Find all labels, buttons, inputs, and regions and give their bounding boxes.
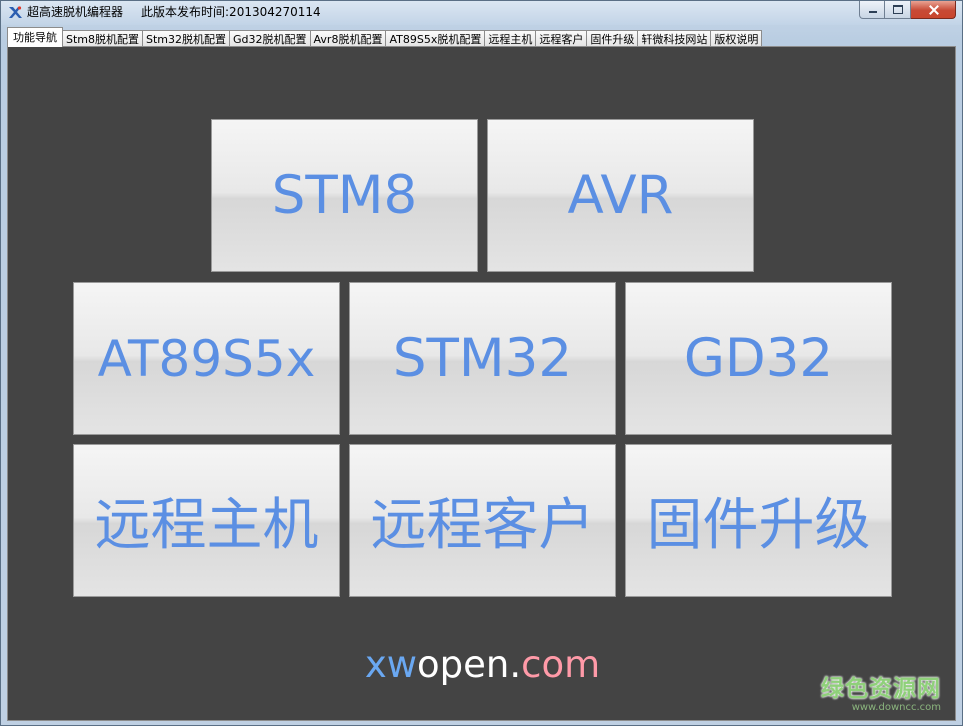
tab-strip: 功能导航 Stm8脱机配置 Stm32脱机配置 Gd32脱机配置 Avr8脱机配… (7, 27, 763, 47)
app-title: 超高速脱机编程器 (27, 5, 124, 19)
app-window: 超高速脱机编程器 此版本发布时间:201304270114 功能导航 Stm8脱机… (0, 0, 963, 726)
at89s5x-button[interactable]: AT89S5x (73, 282, 340, 435)
tab-remote-host[interactable]: 远程主机 (484, 30, 537, 47)
window-title: 超高速脱机编程器 此版本发布时间:201304270114 (27, 4, 339, 20)
tab-gd32-config[interactable]: Gd32脱机配置 (229, 30, 311, 47)
title-bar[interactable]: 超高速脱机编程器 此版本发布时间:201304270114 (1, 1, 962, 25)
remote-client-button[interactable]: 远程客户 (349, 444, 616, 597)
tab-firmware-upgrade[interactable]: 固件升级 (586, 30, 639, 47)
close-button[interactable] (911, 1, 956, 19)
avr-button[interactable]: AVR (487, 119, 754, 272)
app-logo-icon (9, 6, 22, 18)
brand-part-xw: xw (364, 643, 418, 686)
tab-stm32-config[interactable]: Stm32脱机配置 (142, 30, 231, 47)
tab-copyright[interactable]: 版权说明 (710, 30, 763, 47)
tab-website[interactable]: 轩微科技网站 (637, 30, 712, 47)
stm32-button[interactable]: STM32 (349, 282, 616, 435)
brand-part-open: open. (417, 643, 522, 686)
release-info: 此版本发布时间:201304270114 (141, 5, 321, 19)
tab-stm8-config[interactable]: Stm8脱机配置 (62, 30, 144, 47)
brand-part-com: com (521, 643, 601, 686)
firmware-upgrade-button[interactable]: 固件升级 (625, 444, 892, 597)
website-link[interactable]: xwopen.com (8, 643, 957, 686)
window-controls (859, 1, 956, 19)
tab-function-nav[interactable]: 功能导航 (7, 27, 63, 47)
remote-host-button[interactable]: 远程主机 (73, 444, 340, 597)
tab-remote-client[interactable]: 远程客户 (535, 30, 588, 47)
nav-panel: STM8 AVR AT89S5x STM32 GD32 远程主机 远程客户 固件… (7, 46, 956, 721)
gd32-button[interactable]: GD32 (625, 282, 892, 435)
minimize-button[interactable] (859, 1, 885, 19)
tab-at89s5x-config[interactable]: AT89S5x脱机配置 (385, 30, 486, 47)
stm8-button[interactable]: STM8 (211, 119, 478, 272)
tab-avr8-config[interactable]: Avr8脱机配置 (309, 30, 387, 47)
watermark-url: www.downcc.com (851, 702, 941, 713)
maximize-button[interactable] (885, 1, 911, 19)
